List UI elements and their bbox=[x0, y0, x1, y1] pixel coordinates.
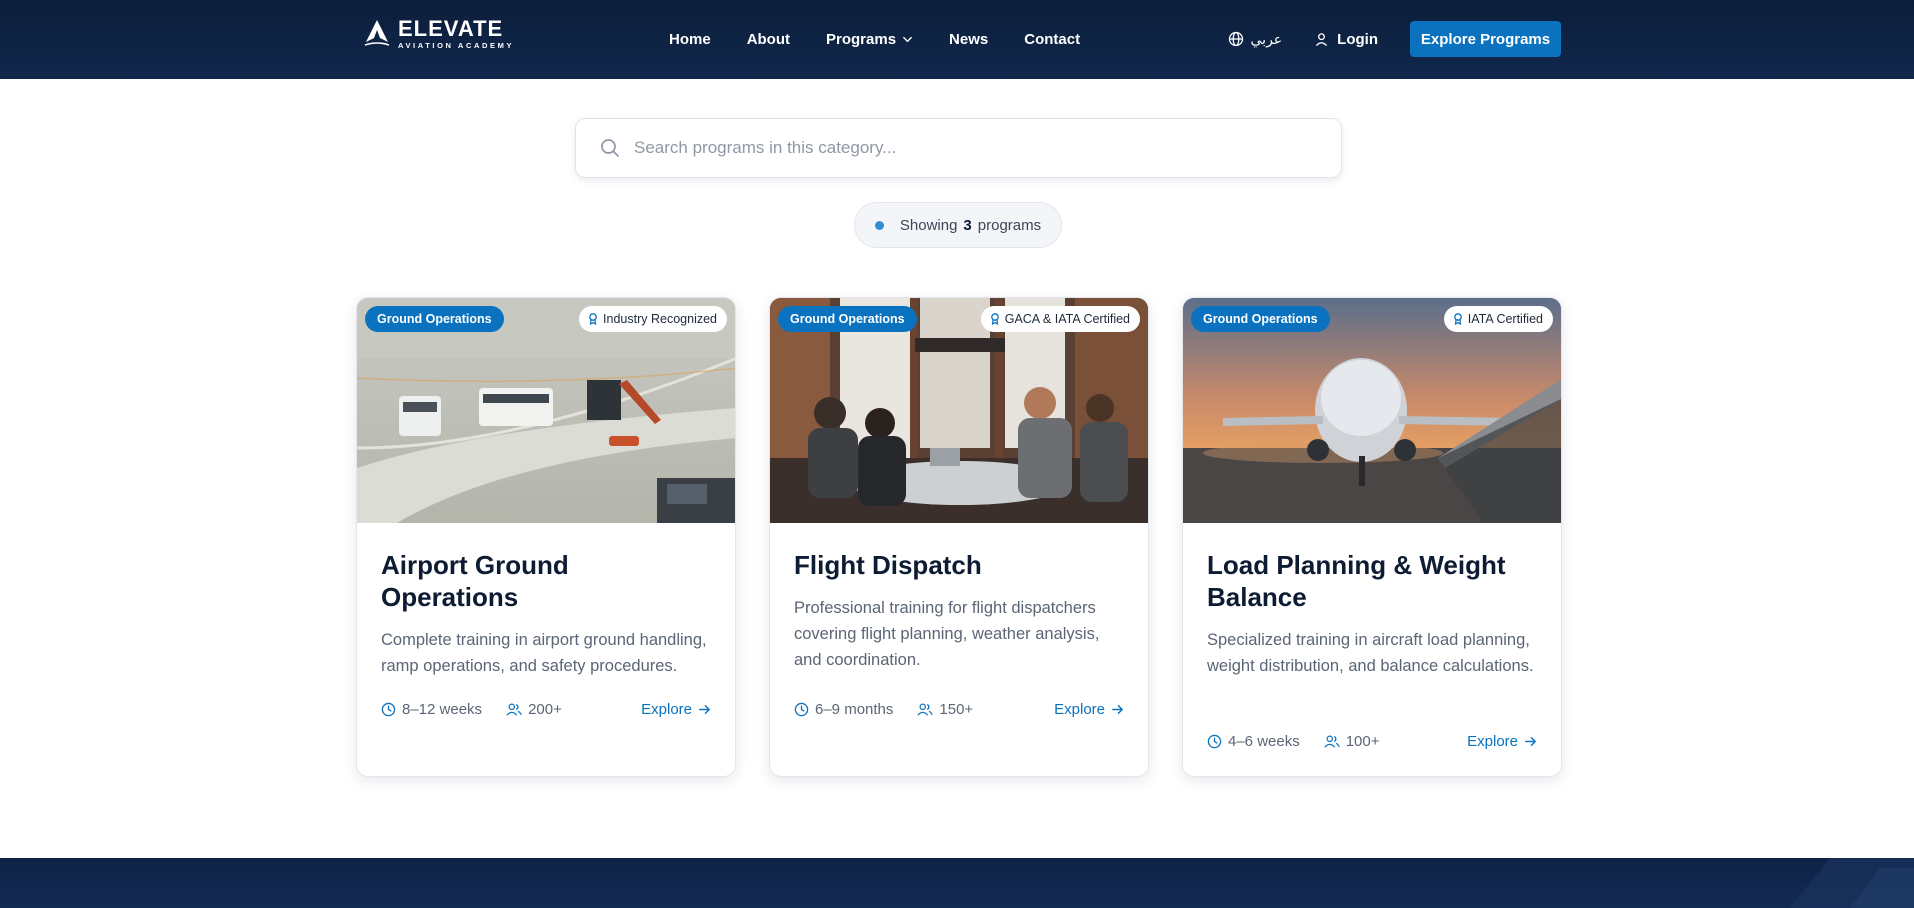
arrow-right-icon bbox=[1525, 737, 1536, 746]
students: 200+ bbox=[506, 701, 562, 718]
nav-news[interactable]: News bbox=[949, 31, 988, 48]
program-card[interactable]: Ground Operations Industry Recognized Ai… bbox=[356, 297, 736, 777]
certification-badge: GACA & IATA Certified bbox=[980, 306, 1140, 332]
logo-subtitle: AVIATION ACADEMY bbox=[398, 41, 515, 51]
header-actions: عربي Login Explore Programs bbox=[1228, 21, 1561, 57]
nav-programs[interactable]: Programs bbox=[826, 31, 913, 48]
results-suffix: programs bbox=[977, 216, 1042, 234]
explore-link-label: Explore bbox=[1054, 701, 1105, 718]
nav-about[interactable]: About bbox=[747, 31, 790, 48]
duration: 4–6 weeks bbox=[1207, 733, 1300, 750]
users-icon bbox=[1324, 735, 1340, 748]
footer-section bbox=[0, 858, 1914, 908]
duration-label: 4–6 weeks bbox=[1228, 733, 1300, 750]
certification-label: GACA & IATA Certified bbox=[1004, 312, 1130, 326]
nav-home[interactable]: Home bbox=[669, 31, 711, 48]
site-header: ELEVATE AVIATION ACADEMY Home About Prog… bbox=[0, 0, 1914, 79]
students-label: 200+ bbox=[528, 701, 562, 718]
category-badge: Ground Operations bbox=[365, 306, 504, 332]
program-card[interactable]: Ground Operations GACA & IATA Certified … bbox=[769, 297, 1149, 777]
program-card[interactable]: Ground Operations IATA Certified Load Pl… bbox=[1182, 297, 1562, 777]
main-nav: Home About Programs News Contact bbox=[669, 0, 1080, 79]
program-description: Specialized training in aircraft load pl… bbox=[1207, 631, 1534, 675]
students: 150+ bbox=[917, 701, 973, 718]
certification-badge: Industry Recognized bbox=[579, 306, 727, 332]
users-icon bbox=[506, 703, 522, 716]
program-description: Professional training for flight dispatc… bbox=[794, 599, 1100, 669]
program-image: Ground Operations Industry Recognized bbox=[357, 298, 735, 523]
nav-news-label: News bbox=[949, 31, 989, 48]
login-link[interactable]: Login bbox=[1314, 31, 1378, 48]
arrow-right-icon bbox=[699, 705, 710, 714]
language-switcher[interactable]: عربي bbox=[1228, 30, 1283, 48]
certification-label: IATA Certified bbox=[1467, 312, 1543, 326]
students-label: 100+ bbox=[1345, 733, 1380, 750]
nav-contact[interactable]: Contact bbox=[1024, 31, 1080, 48]
search-icon bbox=[601, 139, 619, 157]
chevron-down-icon bbox=[903, 36, 912, 43]
users-icon bbox=[917, 703, 934, 716]
duration-label: 6–9 months bbox=[815, 701, 894, 718]
award-icon bbox=[990, 313, 999, 325]
duration: 6–9 months bbox=[794, 701, 893, 718]
category-badge: Ground Operations bbox=[1191, 306, 1330, 332]
program-meta: 6–9 months 150+ Explore bbox=[794, 701, 1124, 718]
award-icon bbox=[589, 313, 597, 325]
program-image: Ground Operations IATA Certified bbox=[1183, 298, 1561, 523]
students: 100+ bbox=[1324, 733, 1380, 750]
nav-contact-label: Contact bbox=[1024, 31, 1081, 48]
program-title: Airport Ground Operations bbox=[381, 550, 569, 612]
status-dot bbox=[874, 220, 884, 230]
results-count-badge: Showing 3 programs bbox=[854, 202, 1062, 248]
footer-decoration bbox=[1790, 858, 1914, 908]
clock-icon bbox=[381, 702, 396, 717]
program-search bbox=[575, 118, 1342, 178]
program-meta: 8–12 weeks 200+ Explore bbox=[381, 701, 711, 718]
nav-home-label: Home bbox=[669, 31, 711, 48]
category-badge: Ground Operations bbox=[778, 306, 917, 332]
user-icon bbox=[1316, 32, 1328, 46]
explore-link-label: Explore bbox=[641, 701, 692, 718]
program-meta: 4–6 weeks 100+ Explore bbox=[1207, 733, 1537, 750]
program-title: Load Planning & Weight Balance bbox=[1207, 550, 1506, 612]
students-label: 150+ bbox=[939, 701, 974, 718]
explore-programs-button[interactable]: Explore Programs bbox=[1410, 21, 1561, 57]
logo-icon bbox=[364, 20, 390, 46]
certification-badge: IATA Certified bbox=[1443, 306, 1553, 332]
program-image: Ground Operations GACA & IATA Certified bbox=[770, 298, 1148, 523]
explore-link-label: Explore bbox=[1467, 733, 1518, 750]
award-icon bbox=[1453, 313, 1462, 325]
duration-label: 8–12 weeks bbox=[402, 701, 483, 718]
nav-programs-label: Programs bbox=[826, 31, 897, 48]
nav-about-label: About bbox=[746, 31, 791, 48]
logo-title: ELEVATE bbox=[398, 16, 504, 42]
login-label: Login bbox=[1337, 30, 1378, 48]
arrow-right-icon bbox=[1112, 705, 1123, 714]
certification-label: Industry Recognized bbox=[603, 312, 717, 326]
explore-link[interactable]: Explore bbox=[1467, 733, 1537, 750]
program-description: Complete training in airport ground hand… bbox=[381, 631, 707, 675]
language-label: عربي bbox=[1250, 30, 1283, 47]
explore-link[interactable]: Explore bbox=[641, 701, 711, 718]
logo[interactable]: ELEVATE AVIATION ACADEMY bbox=[362, 18, 514, 50]
globe-icon bbox=[1228, 31, 1243, 47]
explore-link[interactable]: Explore bbox=[1054, 701, 1124, 718]
results-count: 3 bbox=[963, 216, 972, 234]
program-title: Flight Dispatch bbox=[794, 550, 982, 580]
results-prefix: Showing bbox=[899, 216, 958, 234]
search-input[interactable] bbox=[634, 138, 1314, 158]
duration: 8–12 weeks bbox=[381, 701, 482, 718]
clock-icon bbox=[794, 702, 809, 717]
clock-icon bbox=[1207, 734, 1222, 749]
